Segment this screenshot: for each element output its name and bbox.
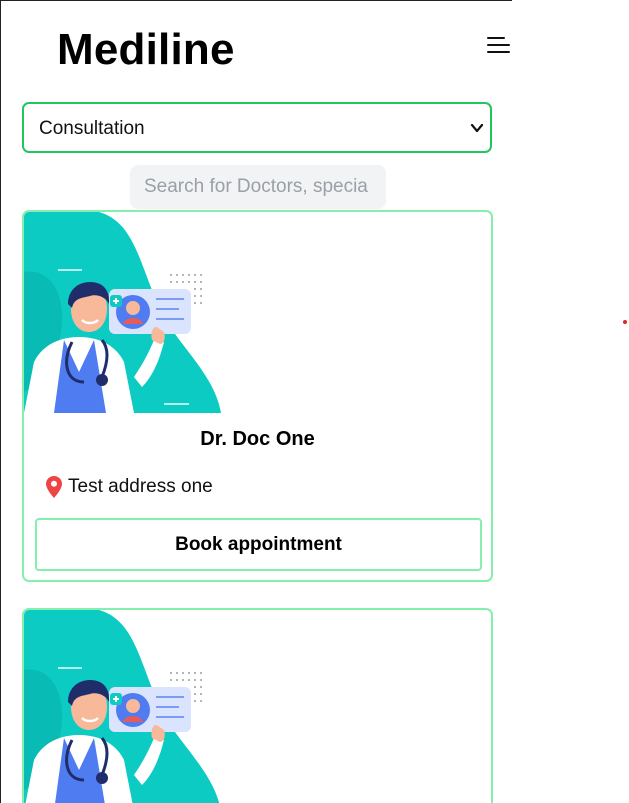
app-viewport: Mediline Consultation Search for Doctors… <box>0 0 512 803</box>
doctor-address: Test address one <box>46 476 213 498</box>
doctor-name: Dr. Doc One <box>200 428 315 450</box>
book-appointment-button[interactable]: Book appointment <box>35 518 482 571</box>
location-pin-icon <box>46 476 62 498</box>
doctor-card: Dr. Doc One Test address one Book appoin… <box>22 210 493 582</box>
doctor-card <box>22 608 493 803</box>
consultation-type-select[interactable]: Consultation <box>22 102 492 153</box>
stray-dot <box>623 320 627 324</box>
brand-logo[interactable]: Mediline <box>57 23 235 77</box>
hamburger-menu-icon[interactable] <box>485 35 511 57</box>
select-value: Consultation <box>39 118 145 139</box>
chevron-down-icon <box>470 123 484 133</box>
doctor-illustration <box>24 610 220 803</box>
search-input[interactable]: Search for Doctors, specia <box>130 165 386 209</box>
doctor-address-text: Test address one <box>68 476 213 497</box>
doctor-illustration <box>24 212 221 413</box>
